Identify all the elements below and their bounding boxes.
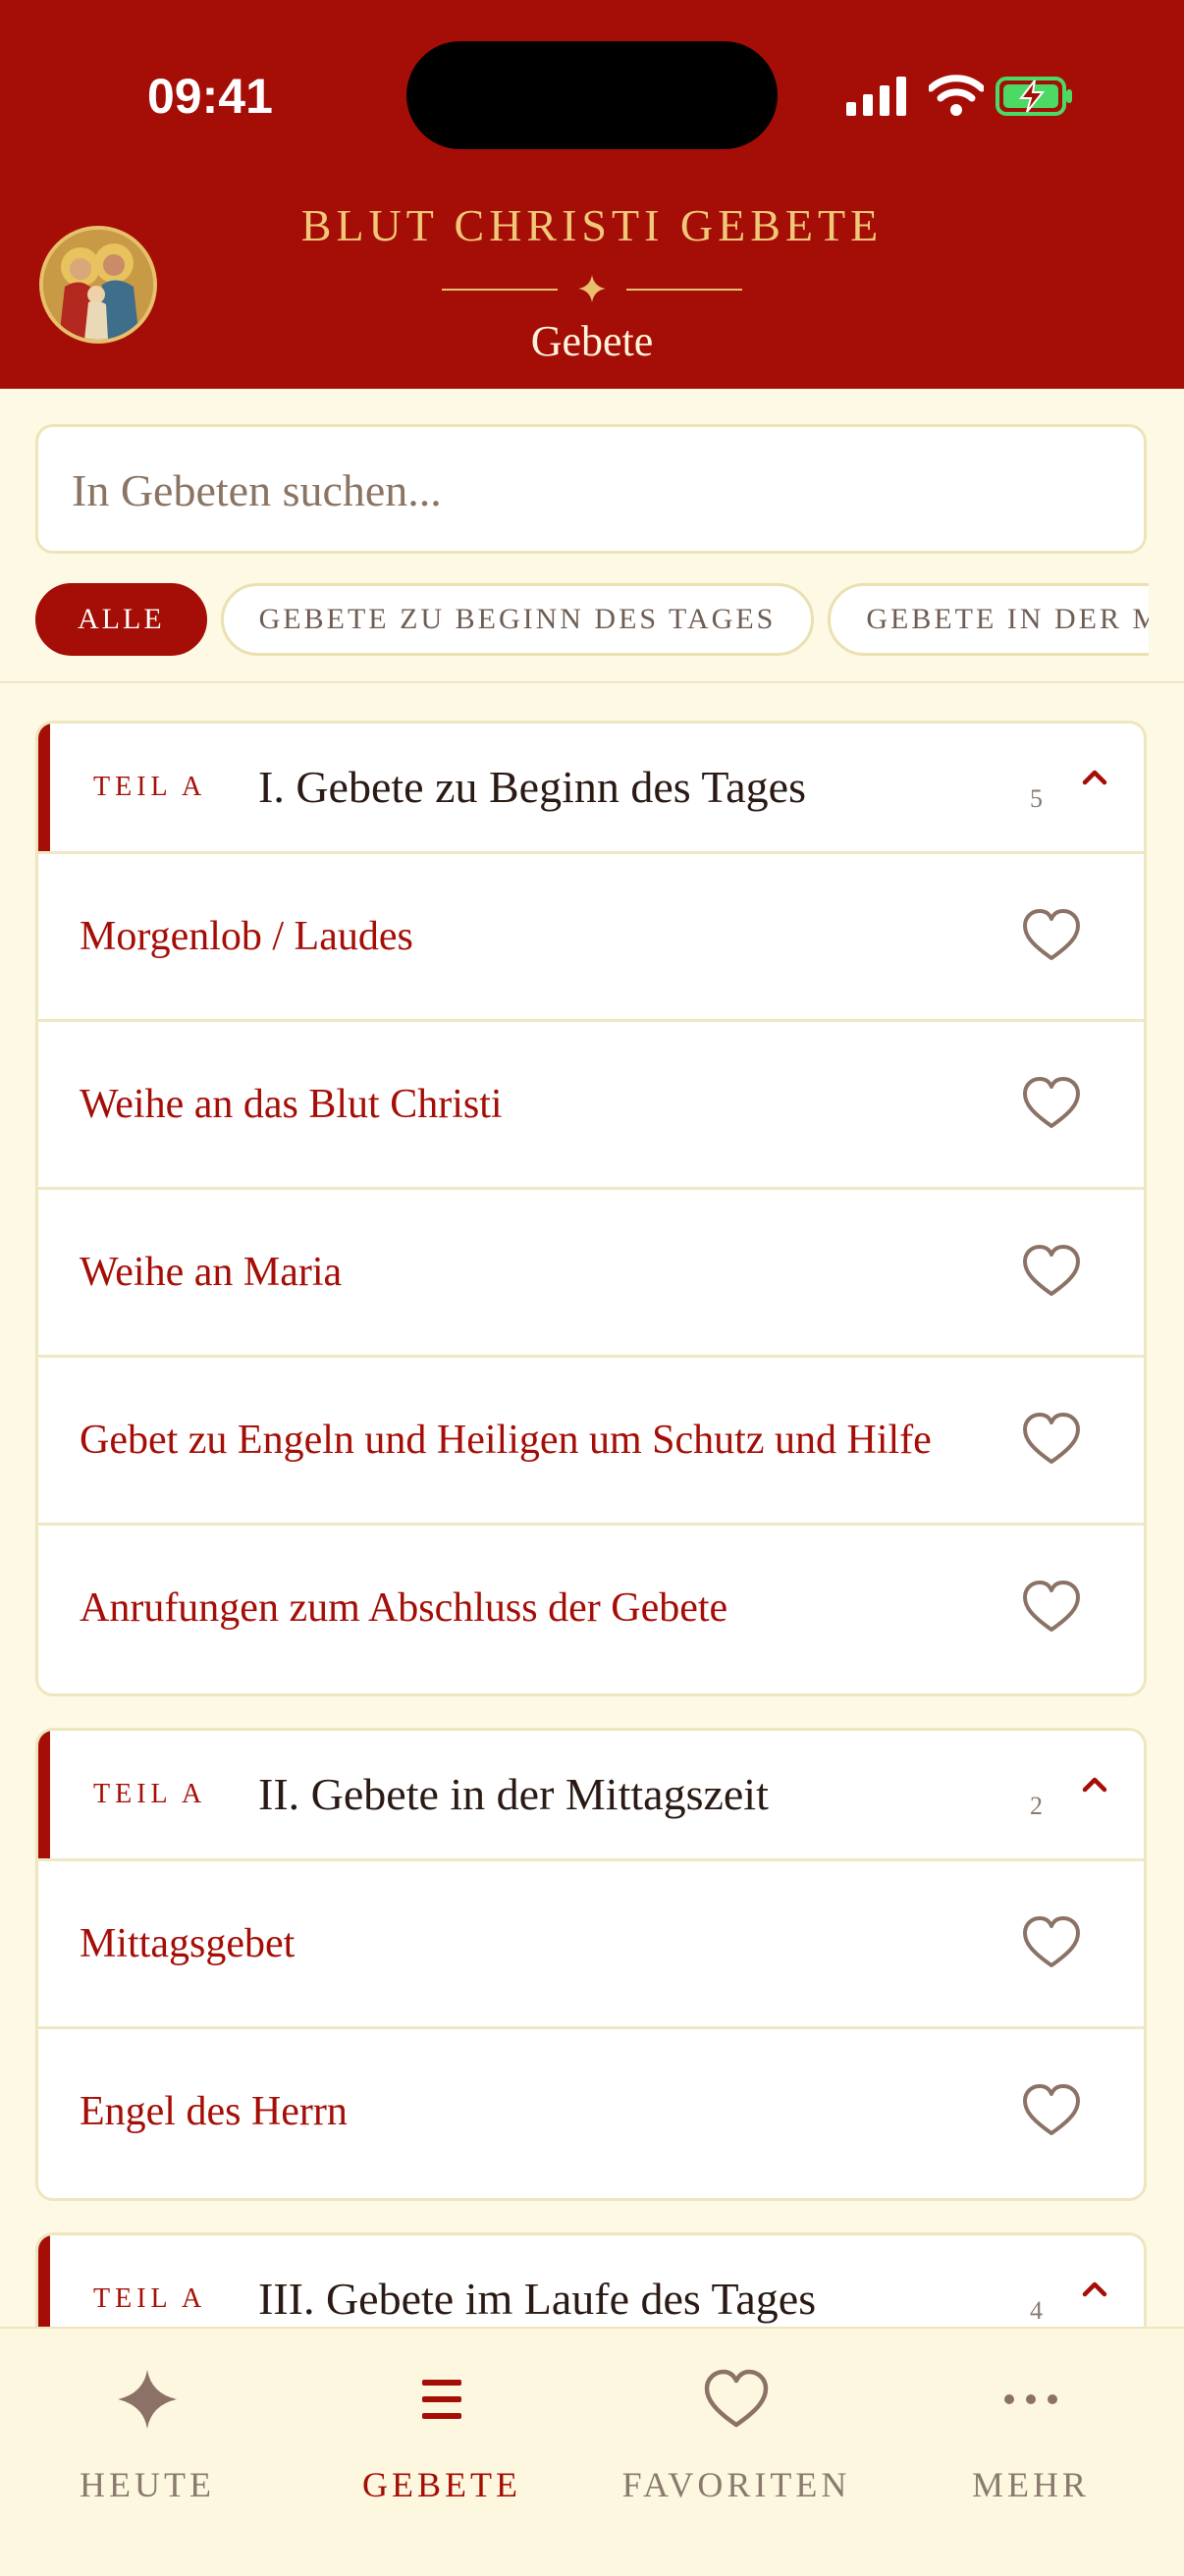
status-icons <box>846 71 1082 122</box>
heart-icon[interactable] <box>1020 1073 1083 1136</box>
section-tag: TEIL A <box>93 772 207 802</box>
status-time: 09:41 <box>147 69 273 124</box>
prayer-row[interactable]: Anrufungen zum Abschluss der Gebete <box>38 1526 1144 1690</box>
prayer-row[interactable]: Weihe an Maria <box>38 1190 1144 1358</box>
section-header[interactable]: TEIL A I. Gebete zu Beginn des Tages 5 <box>38 724 1144 854</box>
bottom-tab-bar: HEUTE GEBETE FAVORITEN MEHR <box>0 2327 1184 2576</box>
heart-icon[interactable] <box>1020 1241 1083 1304</box>
battery-charging-icon <box>996 77 1072 116</box>
chip-gebete-in-der-mittagszeit[interactable]: GEBETE IN DER MITTAGSZEIT <box>828 583 1149 656</box>
section-count: 2 <box>1030 1792 1043 1820</box>
prayer-title[interactable]: Weihe an Maria <box>80 1190 943 1355</box>
prayer-row[interactable]: Gebet zu Engeln und Heiligen um Schutz u… <box>38 1358 1144 1526</box>
section-tag: TEIL A <box>93 1779 207 1809</box>
chevron-up-icon[interactable] <box>1077 1772 1112 1796</box>
ornament-line <box>442 289 558 291</box>
heart-icon[interactable] <box>1020 1409 1083 1472</box>
section-header[interactable]: TEIL A II. Gebete in der Mittagszeit 2 <box>38 1731 1144 1861</box>
prayer-section: TEIL A II. Gebete in der Mittagszeit 2 M… <box>35 1728 1147 2201</box>
prayer-section: TEIL A I. Gebete zu Beginn des Tages 5 M… <box>35 721 1147 1696</box>
tab-label: FAVORITEN <box>621 2465 851 2504</box>
chip-gebete-zu-beginn[interactable]: GEBETE ZU BEGINN DES TAGES <box>220 583 815 656</box>
tab-gebete[interactable]: GEBETE <box>295 2329 589 2525</box>
prayer-row[interactable]: Engel des Herrn <box>38 2029 1144 2194</box>
tab-label: GEBETE <box>362 2465 521 2504</box>
app-header: 09:41 BLUT CHRISTI GEBETE Gebete <box>0 0 1184 389</box>
tab-heute[interactable]: HEUTE <box>0 2329 295 2525</box>
prayer-title[interactable]: Weihe an das Blut Christi <box>80 1022 943 1187</box>
divider <box>0 681 1184 683</box>
heart-icon[interactable] <box>1020 905 1083 968</box>
holy-family-icon[interactable] <box>39 226 157 344</box>
ornament-line <box>626 289 742 291</box>
section-accent <box>38 724 50 851</box>
tab-favoriten[interactable]: FAVORITEN <box>589 2329 884 2525</box>
menu-lines-icon <box>422 2380 461 2419</box>
filter-chips: ALLE GEBETE ZU BEGINN DES TAGES GEBETE IN … <box>35 583 1149 660</box>
more-dots-icon <box>1004 2394 1057 2404</box>
prayer-title[interactable]: Morgenlob / Laudes <box>80 854 943 1019</box>
heart-icon[interactable] <box>1020 2080 1083 2143</box>
tab-label: HEUTE <box>80 2465 215 2504</box>
dynamic-island <box>406 41 778 149</box>
prayer-title[interactable]: Gebet zu Engeln und Heiligen um Schutz u… <box>80 1358 943 1523</box>
prayer-row[interactable]: Morgenlob / Laudes <box>38 854 1144 1022</box>
section-accent <box>38 1731 50 1858</box>
sparkle-icon <box>118 2370 177 2429</box>
prayer-row[interactable]: Mittagsgebet <box>38 1861 1144 2029</box>
prayer-title[interactable]: Mittagsgebet <box>80 1861 943 2026</box>
prayer-row[interactable]: Weihe an das Blut Christi <box>38 1022 1144 1190</box>
heart-icon <box>704 2369 769 2428</box>
star-ornament-icon <box>578 275 606 302</box>
signal-icon <box>846 77 906 116</box>
app-title: BLUT CHRISTI GEBETE <box>300 200 884 250</box>
tab-mehr[interactable]: MEHR <box>884 2329 1178 2525</box>
avatar-image <box>43 230 153 340</box>
section-title: II. Gebete in der Mittagszeit <box>258 1769 769 1819</box>
section-count: 5 <box>1030 784 1043 813</box>
heart-icon[interactable] <box>1020 1912 1083 1975</box>
wifi-icon <box>929 75 984 116</box>
prayer-title[interactable]: Anrufungen zum Abschluss der Gebete <box>80 1526 943 1690</box>
title-ornament <box>442 265 742 314</box>
chevron-up-icon[interactable] <box>1077 2277 1112 2300</box>
section-title: I. Gebete zu Beginn des Tages <box>258 762 806 812</box>
tab-label: MEHR <box>971 2465 1090 2504</box>
prayer-title[interactable]: Engel des Herrn <box>80 2029 943 2194</box>
chevron-up-icon[interactable] <box>1077 765 1112 788</box>
heart-icon[interactable] <box>1020 1577 1083 1639</box>
search-input[interactable] <box>72 455 1112 525</box>
page-title: Gebete <box>530 317 654 365</box>
search-box <box>35 424 1147 554</box>
chip-alle[interactable]: ALLE <box>35 583 207 656</box>
